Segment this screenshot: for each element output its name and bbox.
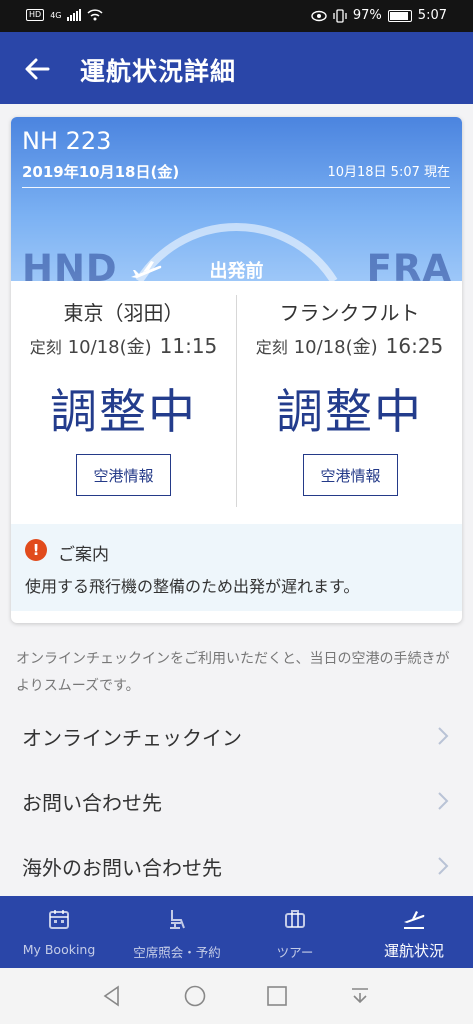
status-bar: HD 4G 97% 5:07 [0,0,473,32]
tab-label: My Booking [22,942,96,957]
menu-overseas-contact[interactable]: 海外のお問い合わせ先 [0,834,473,898]
scheduled-label: 定刻 [29,338,62,357]
battery-percent: 97% [352,8,382,23]
flight-date: 2019年10月18日(金) [22,163,180,181]
seat-icon [170,910,185,929]
menu-online-checkin[interactable]: オンラインチェックイン [0,704,473,768]
arrival-airport-info-button[interactable]: 空港情報 [303,454,398,496]
back-arrow-icon[interactable] [22,54,52,84]
arrival-state: 調整中 [276,385,423,440]
departure-date: 10/18(金) [67,337,152,358]
calendar-icon [49,910,69,929]
checkin-info-text: オンラインチェックインをご利用いただくと、当日の空港の手続きがよりスムーズです。 [16,651,450,694]
bottom-navigation: My Booking 空席照会・予約 ツアー 運航状況 [0,896,473,968]
updated-time: 10月18日 5:07 現在 [327,165,450,180]
arrival-time: 16:25 [385,334,444,358]
hero-divider [22,187,450,188]
network-type: 4G [50,10,62,20]
menu-item-label: お問い合わせ先 [22,791,162,815]
page-title: 運航状況詳細 [80,57,237,86]
menu-item-label: 海外のお問い合わせ先 [22,856,222,880]
tab-tour[interactable]: ツアー [236,896,354,968]
tab-my-booking[interactable]: My Booking [0,896,118,968]
suitcase-icon [285,910,305,928]
arrival-column: フランクフルト 定刻 10/18(金) 16:25 調整中 空港情報 [237,281,462,524]
flight-hero: NH 223 2019年10月18日(金) 10月18日 5:07 現在 HND… [11,117,462,290]
chevron-right-icon [438,857,449,875]
battery-icon [387,9,412,22]
app-header: 運航状況詳細 [0,32,473,104]
tab-label: 空席照会・予約 [133,945,221,960]
nav-notification-icon[interactable] [348,984,372,1008]
tab-label: 運航状況 [383,942,444,960]
hd-badge: HD [26,9,45,21]
notice-box: ! ご案内 使用する飛行機の整備のため出発が遅れます。 [11,524,462,611]
departure-icon [404,911,425,929]
notice-body: 使用する飛行機の整備のため出発が遅れます。 [25,577,360,596]
eye-icon [311,10,327,21]
status-time: 5:07 [417,8,447,23]
departure-airport-info-button[interactable]: 空港情報 [76,454,171,496]
flight-status-card: NH 223 2019年10月18日(金) 10月18日 5:07 現在 HND… [11,117,462,623]
arrival-city: フランクフルト [279,301,420,325]
departure-time: 11:15 [159,334,218,358]
nav-home-icon[interactable] [183,984,207,1008]
system-navigation-bar [0,968,473,1024]
departure-column: 東京（羽田） 定刻 10/18(金) 11:15 調整中 空港情報 [11,281,236,524]
flight-number: NH 223 [22,127,112,155]
tab-seat-search[interactable]: 空席照会・予約 [118,896,236,968]
chevron-right-icon [438,792,449,810]
departure-city: 東京（羽田） [63,301,184,325]
flight-status-label: 出発前 [209,261,264,282]
arrival-schedule: 定刻 10/18(金) 16:25 [237,333,462,359]
departure-schedule: 定刻 10/18(金) 11:15 [11,333,236,359]
tab-label: ツアー [276,945,314,960]
departure-state: 調整中 [50,385,197,440]
scheduled-label: 定刻 [255,338,288,357]
signal-icon [67,9,82,21]
alert-icon: ! [25,539,47,561]
nav-recents-icon[interactable] [265,984,289,1008]
arrival-date: 10/18(金) [293,337,378,358]
vibrate-icon [333,8,347,23]
tab-flight-status[interactable]: 運航状況 [355,896,473,968]
schedule-columns: 東京（羽田） 定刻 10/18(金) 11:15 調整中 空港情報 フランクフルト … [11,281,462,524]
wifi-icon [87,9,104,21]
notice-title: ご案内 [58,545,109,565]
nav-back-icon[interactable] [100,984,124,1008]
menu-contact[interactable]: お問い合わせ先 [0,769,473,833]
menu-item-label: オンラインチェックイン [22,726,242,750]
chevron-right-icon [438,727,449,745]
